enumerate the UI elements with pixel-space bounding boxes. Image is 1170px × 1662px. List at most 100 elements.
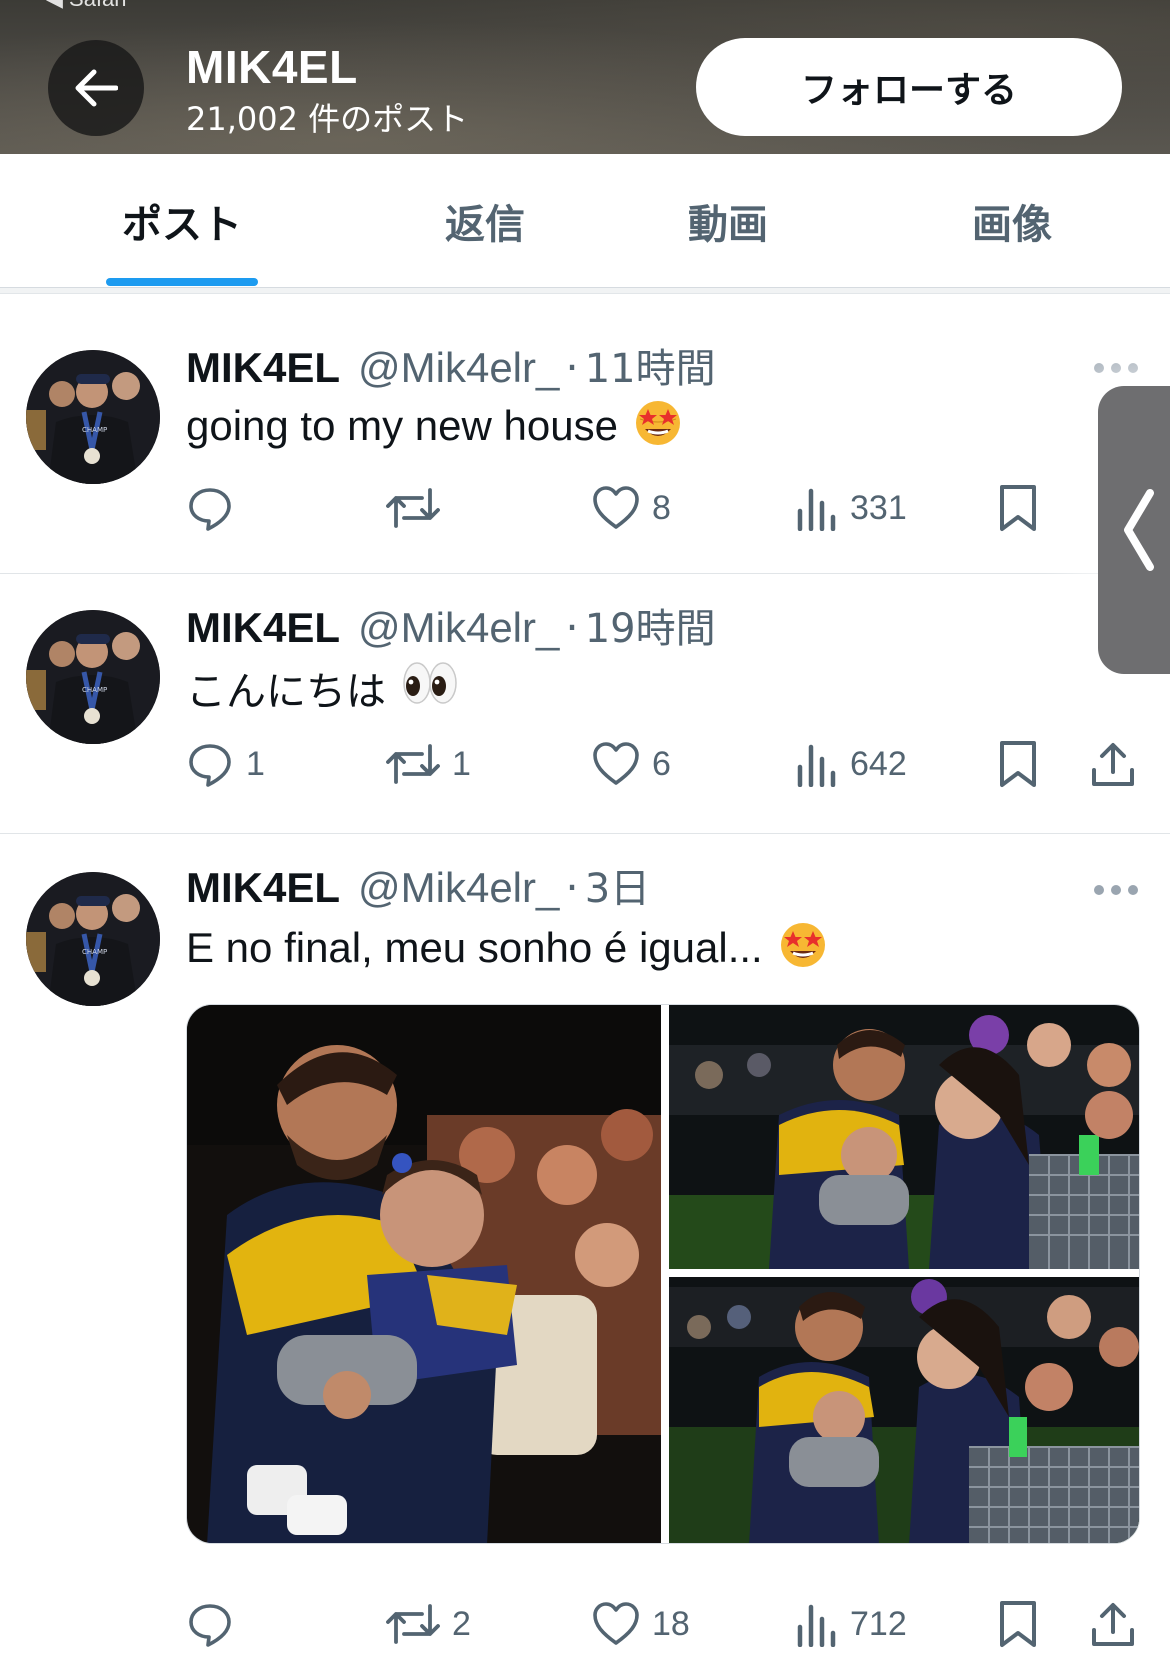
like-count: 6 bbox=[652, 744, 671, 783]
retweet-count: 2 bbox=[452, 1604, 471, 1643]
like-icon bbox=[593, 1602, 639, 1645]
svg-text:CHAMP: CHAMP bbox=[82, 686, 107, 694]
bookmark-button[interactable] bbox=[998, 734, 1038, 794]
view-count: 712 bbox=[850, 1604, 907, 1643]
like-count: 8 bbox=[652, 488, 671, 527]
bookmark-icon bbox=[1000, 741, 1036, 787]
bookmark-icon bbox=[1000, 485, 1036, 531]
retweet-button[interactable]: 2 bbox=[386, 1594, 471, 1654]
side-panel-handle[interactable] bbox=[1098, 386, 1170, 674]
avatar[interactable]: CHAMP bbox=[26, 872, 160, 1006]
views-button[interactable]: 712 bbox=[796, 1594, 907, 1654]
tweet-author-name[interactable]: MIK4EL bbox=[186, 604, 340, 652]
view-count: 331 bbox=[850, 488, 907, 527]
svg-text:CHAMP: CHAMP bbox=[82, 426, 107, 434]
like-button[interactable]: 8 bbox=[592, 478, 671, 538]
media-photo[interactable] bbox=[187, 1005, 661, 1543]
tweet-author-handle[interactable]: @Mik4elr_ bbox=[358, 604, 559, 652]
tweet-timestamp[interactable]: 19時間 bbox=[585, 596, 716, 654]
more-icon[interactable] bbox=[1094, 884, 1138, 896]
reply-icon bbox=[189, 488, 231, 531]
tweet-actions: 2 18 712 bbox=[186, 1594, 1146, 1654]
like-count: 18 bbox=[652, 1604, 690, 1643]
retweet-button[interactable] bbox=[386, 478, 452, 538]
bookmark-button[interactable] bbox=[998, 1594, 1038, 1654]
tweet-author-name[interactable]: MIK4EL bbox=[186, 864, 340, 912]
like-button[interactable]: 6 bbox=[592, 734, 671, 794]
retweet-icon bbox=[386, 488, 440, 528]
share-button[interactable] bbox=[1090, 1594, 1136, 1654]
tweet-body: going to my new house bbox=[186, 402, 618, 449]
post-count: 21,002 件のポスト bbox=[186, 100, 469, 138]
profile-tabs: ポスト 返信 動画 画像 bbox=[0, 154, 1170, 288]
tweet-media-grid[interactable] bbox=[186, 1004, 1140, 1544]
media-photo[interactable] bbox=[669, 1005, 1139, 1269]
follow-button[interactable]: フォローする bbox=[696, 38, 1122, 136]
tweet[interactable]: CHAMP MIK4EL @Mik4elr_ · 3日 E no final, … bbox=[0, 834, 1170, 1662]
views-icon bbox=[797, 1604, 836, 1647]
views-button[interactable]: 331 bbox=[796, 478, 907, 538]
tab-videos[interactable]: 動画 bbox=[620, 154, 836, 288]
reply-button[interactable] bbox=[186, 478, 246, 538]
share-button[interactable] bbox=[1090, 734, 1136, 794]
separator-dot: · bbox=[565, 603, 579, 652]
profile-header: ◀ Safari MIK4EL 21,002 件のポスト フォローする bbox=[0, 0, 1170, 154]
tweet[interactable]: CHAMP MIK4EL @Mik4elr_ · 11時間 going to m… bbox=[0, 294, 1170, 574]
tab-replies[interactable]: 返信 bbox=[380, 154, 590, 288]
star-struck-emoji-icon bbox=[632, 395, 684, 457]
back-button[interactable] bbox=[48, 40, 144, 136]
reply-button[interactable] bbox=[186, 1594, 246, 1654]
tweet-actions: 8 331 bbox=[186, 478, 1146, 538]
views-icon bbox=[797, 744, 836, 787]
separator-dot: · bbox=[565, 863, 579, 912]
retweet-icon bbox=[386, 744, 440, 784]
safari-return-link[interactable]: ◀ Safari bbox=[46, 0, 127, 11]
tweet-text: こんにちは bbox=[186, 660, 460, 716]
like-button[interactable]: 18 bbox=[592, 1594, 690, 1654]
tweet-text: E no final, meu sonho é igual... bbox=[186, 920, 829, 976]
view-count: 642 bbox=[850, 744, 907, 783]
tweet-timestamp[interactable]: 3日 bbox=[585, 856, 650, 914]
reply-icon bbox=[189, 744, 231, 787]
avatar[interactable]: CHAMP bbox=[26, 350, 160, 484]
tab-images[interactable]: 画像 bbox=[906, 154, 1118, 288]
back-arrow-icon bbox=[75, 69, 118, 107]
svg-text:CHAMP: CHAMP bbox=[82, 948, 107, 956]
separator-dot: · bbox=[565, 343, 579, 392]
tweet-timestamp[interactable]: 11時間 bbox=[585, 336, 716, 394]
share-icon bbox=[1092, 1603, 1134, 1646]
tweet[interactable]: CHAMP MIK4EL @Mik4elr_ · 19時間 こんにちは 1 1 … bbox=[0, 574, 1170, 834]
tweet-author-handle[interactable]: @Mik4elr_ bbox=[358, 864, 559, 912]
like-icon bbox=[593, 742, 639, 785]
more-icon[interactable] bbox=[1094, 362, 1138, 374]
like-icon bbox=[593, 486, 639, 529]
views-button[interactable]: 642 bbox=[796, 734, 907, 794]
tweet-text: going to my new house bbox=[186, 398, 684, 454]
bookmark-icon bbox=[1000, 1601, 1036, 1647]
views-icon bbox=[797, 488, 836, 531]
reply-icon bbox=[189, 1604, 231, 1647]
retweet-count: 1 bbox=[452, 744, 471, 783]
reply-button[interactable]: 1 bbox=[186, 734, 265, 794]
tweet-header: MIK4EL @Mik4elr_ · 19時間 bbox=[186, 596, 716, 654]
tab-posts[interactable]: ポスト bbox=[70, 154, 294, 288]
tweet-author-name[interactable]: MIK4EL bbox=[186, 344, 340, 392]
tweet-header: MIK4EL @Mik4elr_ · 3日 bbox=[186, 856, 650, 914]
active-tab-indicator bbox=[106, 278, 258, 286]
bookmark-button[interactable] bbox=[998, 478, 1038, 538]
star-struck-emoji-icon bbox=[777, 917, 829, 979]
tweet-author-handle[interactable]: @Mik4elr_ bbox=[358, 344, 559, 392]
profile-name: MIK4EL bbox=[186, 41, 358, 93]
tweet-actions: 1 1 6 642 bbox=[186, 734, 1146, 794]
retweet-button[interactable]: 1 bbox=[386, 734, 471, 794]
media-photo[interactable] bbox=[669, 1277, 1139, 1543]
tweet-body: こんにちは bbox=[186, 669, 386, 715]
tweet-body: E no final, meu sonho é igual... bbox=[186, 924, 763, 971]
share-icon bbox=[1092, 743, 1134, 786]
retweet-icon bbox=[386, 1604, 440, 1644]
eyes-emoji-icon bbox=[400, 659, 460, 717]
avatar[interactable]: CHAMP bbox=[26, 610, 160, 744]
chevron-left-icon bbox=[1124, 489, 1154, 571]
tweet-header: MIK4EL @Mik4elr_ · 11時間 bbox=[186, 336, 716, 394]
reply-count: 1 bbox=[246, 744, 265, 783]
